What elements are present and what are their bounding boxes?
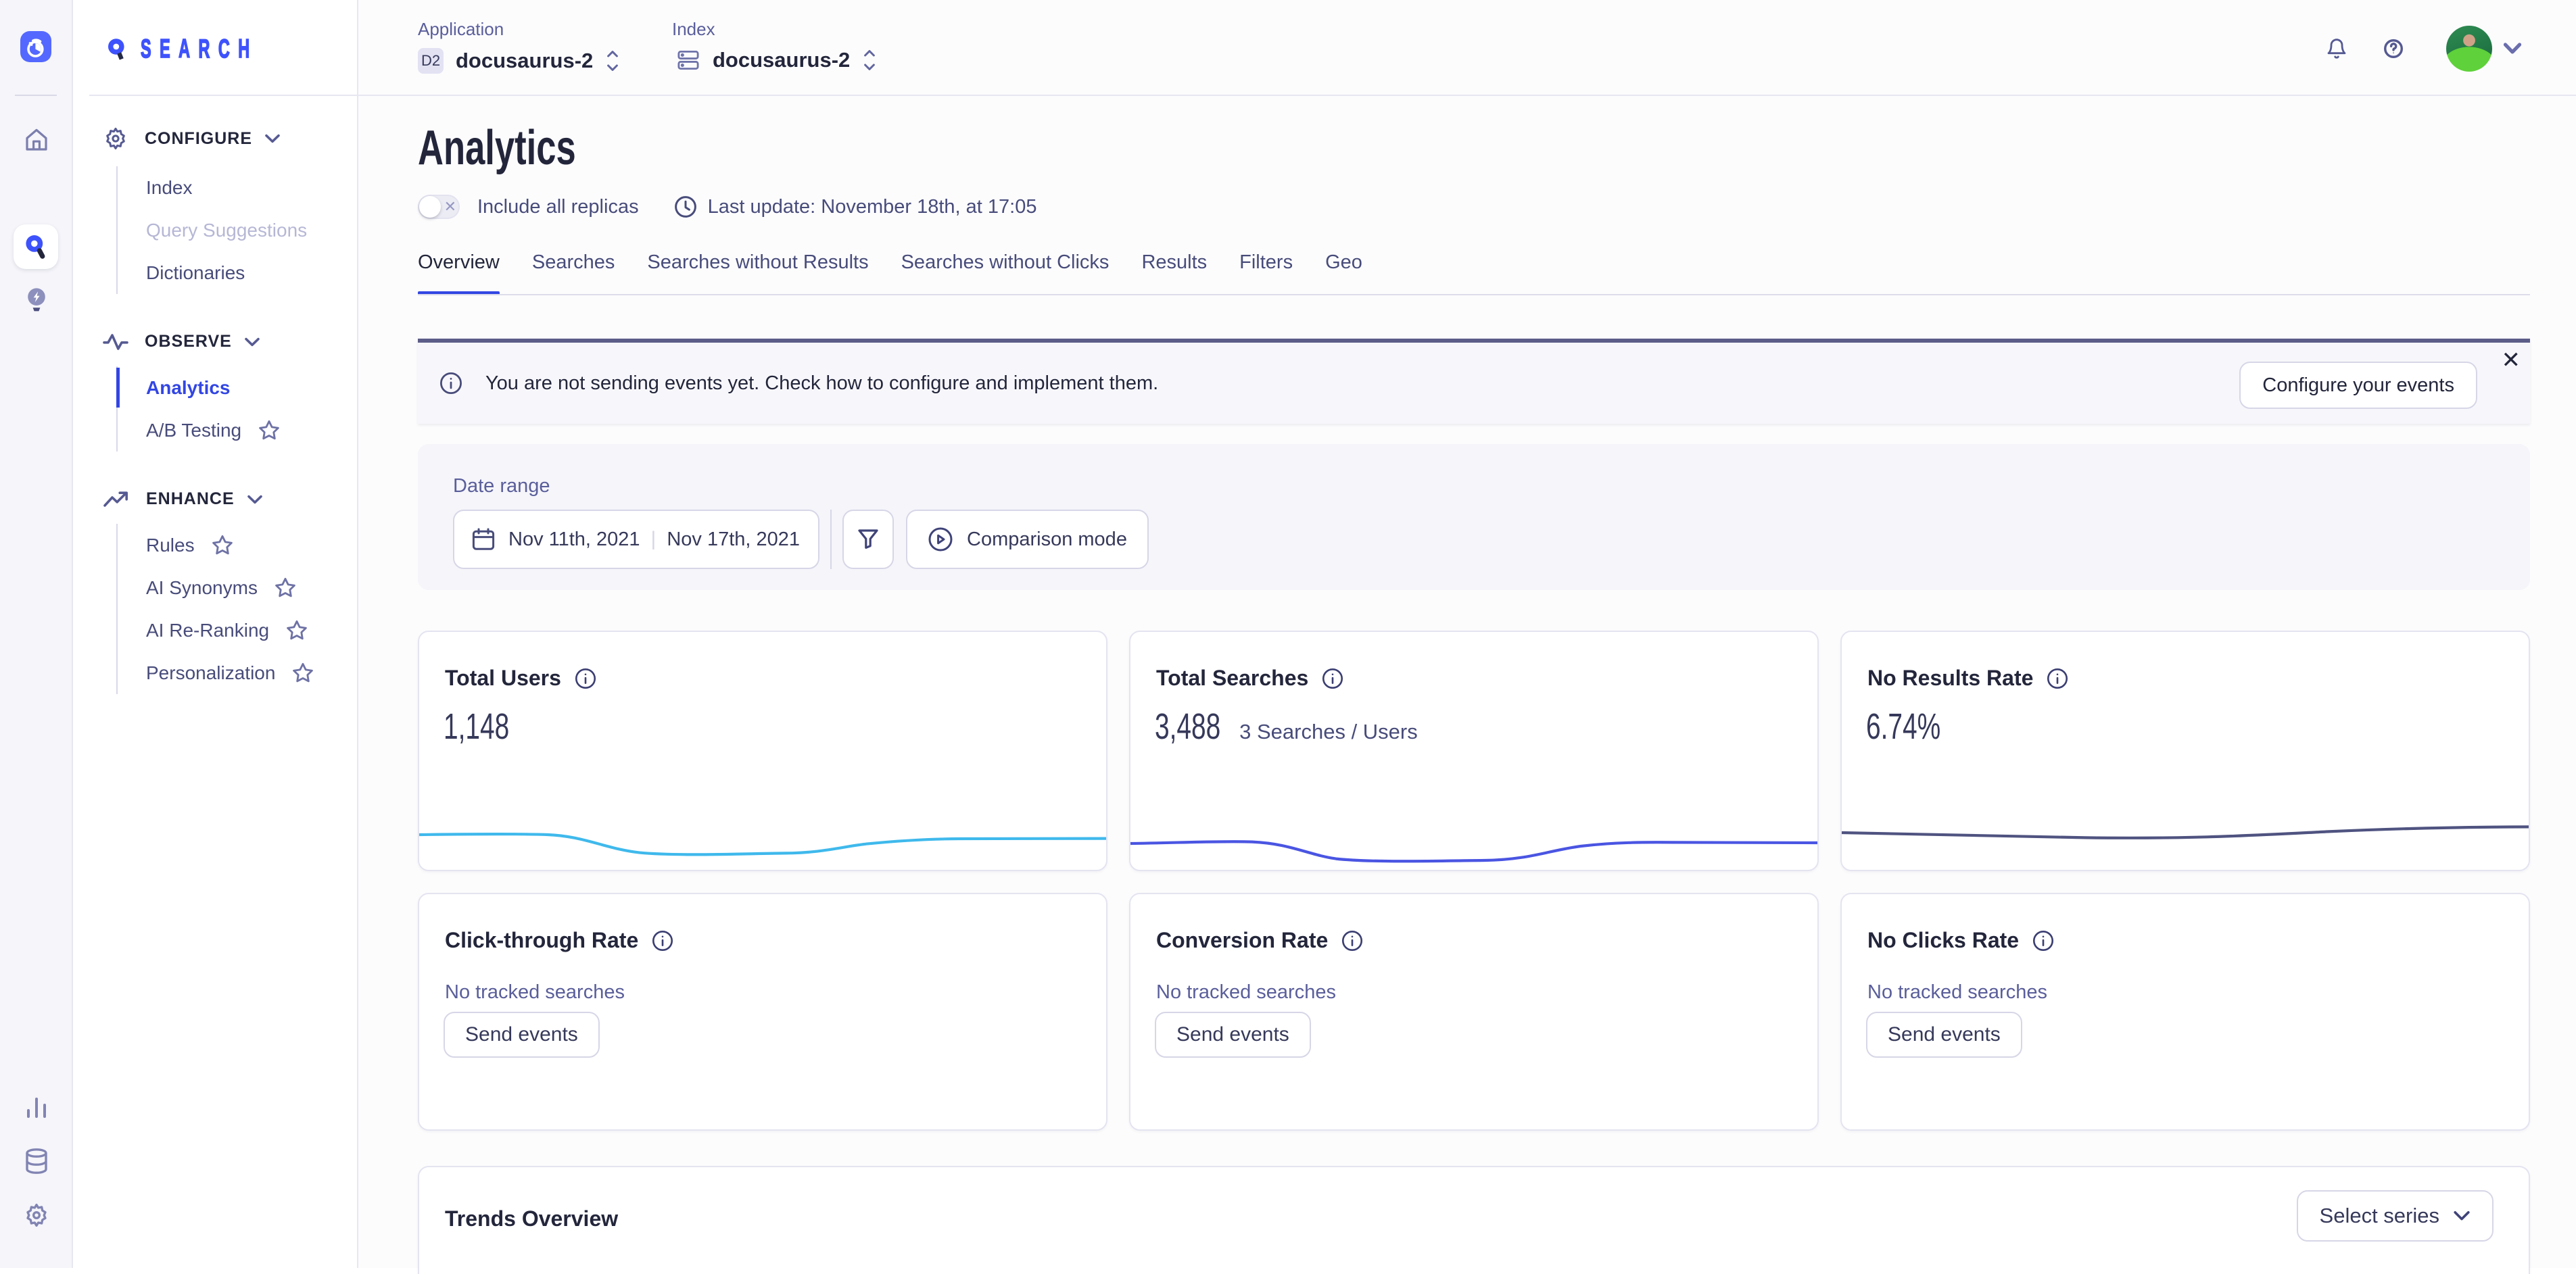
- svg-text:SEARCH: SEARCH: [141, 36, 258, 63]
